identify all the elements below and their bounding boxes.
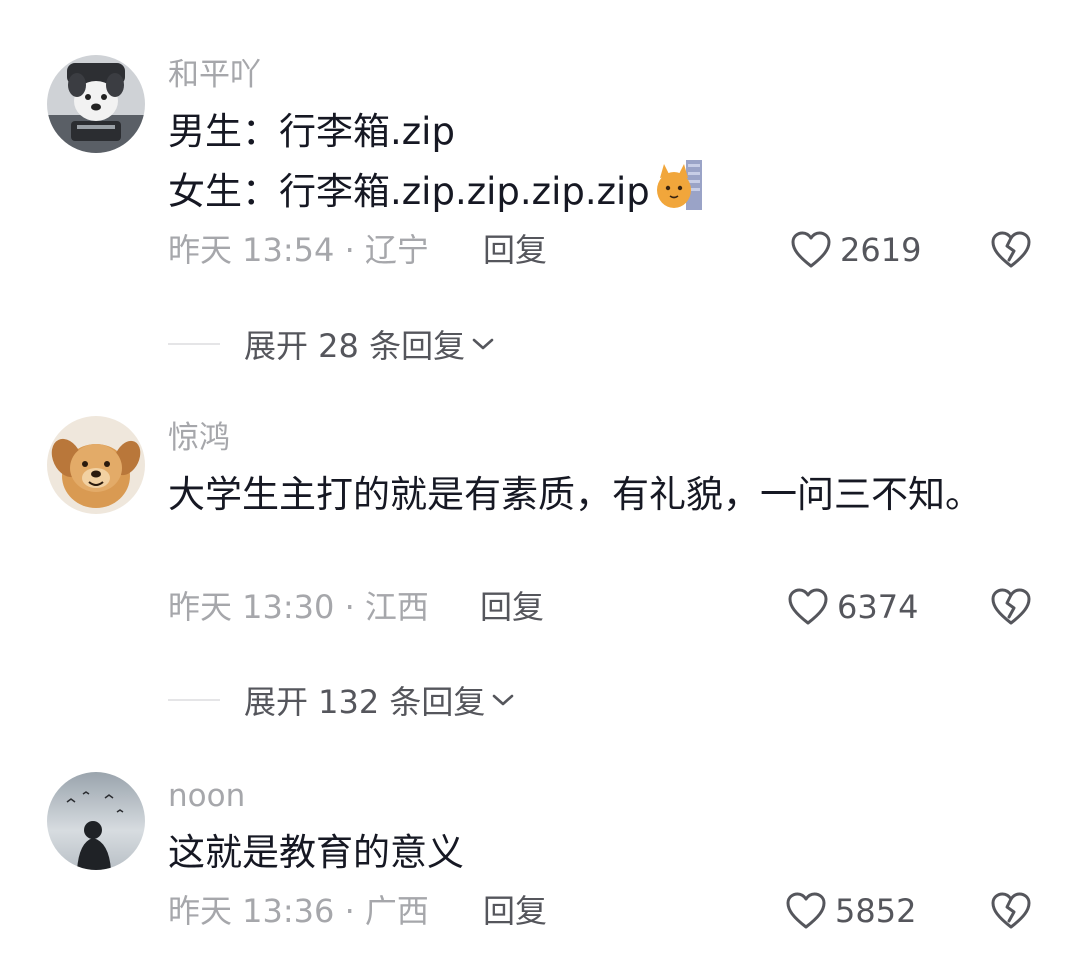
comment-line: 这就是教育的意义 <box>168 831 464 874</box>
username[interactable]: 惊鸿 <box>168 418 230 458</box>
avatar[interactable] <box>47 55 145 153</box>
dislike-button[interactable] <box>989 585 1033 629</box>
chevron-down-icon <box>472 338 494 350</box>
expand-replies-button[interactable]: 展开 132 条回复 <box>244 677 515 723</box>
like-count: 2619 <box>840 231 922 269</box>
heart-icon <box>791 231 831 268</box>
like-button[interactable]: 2619 <box>790 228 921 272</box>
username[interactable]: noon <box>168 776 245 816</box>
expand-replies-button[interactable]: 展开 28 条回复 <box>244 321 495 367</box>
username[interactable]: 和平吖 <box>168 55 261 95</box>
comment-text: 男生：行李箱.zip 女生：行李箱.zip.zip.zip.zip <box>168 104 1028 220</box>
puppy-avatar-icon <box>47 416 145 514</box>
silhouette-avatar-icon <box>47 772 145 870</box>
reply-button[interactable]: 回复 <box>480 585 544 629</box>
comment-meta: 昨天 13:30 · 江西 <box>168 588 429 626</box>
avatar[interactable] <box>47 416 145 514</box>
divider <box>168 699 220 701</box>
heart-icon <box>788 588 828 625</box>
dislike-button[interactable] <box>989 228 1033 272</box>
heart-icon <box>786 892 826 929</box>
comment-meta: 昨天 13:54 · 辽宁 <box>168 231 429 269</box>
comment-line: 女生：行李箱.zip.zip.zip.zip <box>168 170 650 213</box>
broken-heart-icon <box>991 892 1031 929</box>
comment-line: 大学生主打的就是有素质，有礼貌，一问三不知。 <box>168 473 982 516</box>
comment-text: 这就是教育的意义 <box>168 825 1028 881</box>
avatar[interactable] <box>47 772 145 870</box>
broken-heart-icon <box>991 231 1031 268</box>
dislike-button[interactable] <box>989 889 1033 933</box>
like-count: 6374 <box>837 588 919 626</box>
comment-line: 男生：行李箱.zip <box>168 110 455 153</box>
reply-button[interactable]: 回复 <box>483 228 547 272</box>
comment-line-with-emoji: 女生：行李箱.zip.zip.zip.zip <box>168 160 1028 220</box>
dog-avatar-icon <box>47 55 145 153</box>
chevron-down-icon <box>493 694 514 706</box>
expand-replies-label: 展开 132 条回复 <box>244 683 486 721</box>
like-button[interactable]: 5852 <box>785 889 916 933</box>
cat-emoji-icon <box>656 160 702 210</box>
expand-replies-row: 展开 132 条回复 <box>168 678 515 722</box>
comment-text: 大学生主打的就是有素质，有礼貌，一问三不知。 <box>168 467 998 523</box>
broken-heart-icon <box>991 588 1031 625</box>
reply-button[interactable]: 回复 <box>483 889 547 933</box>
expand-replies-row: 展开 28 条回复 <box>168 322 495 366</box>
like-count: 5852 <box>835 892 917 930</box>
divider <box>168 343 220 345</box>
expand-replies-label: 展开 28 条回复 <box>244 327 466 365</box>
comment-meta: 昨天 13:36 · 广西 <box>168 892 429 930</box>
like-button[interactable]: 6374 <box>787 585 918 629</box>
